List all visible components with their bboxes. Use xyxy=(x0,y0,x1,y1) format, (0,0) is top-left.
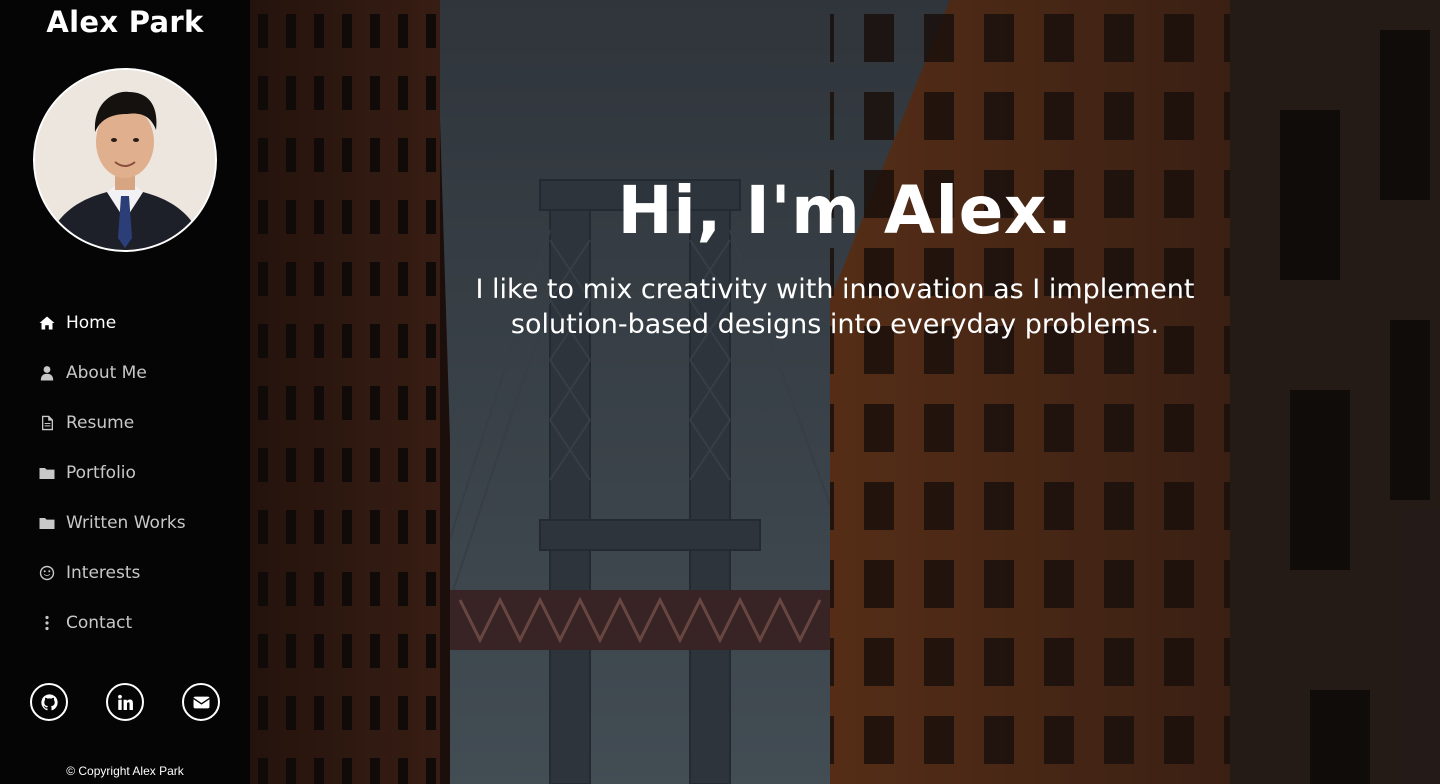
hero-subtitle: I like to mix creativity with innovation… xyxy=(475,274,1195,340)
nav-item-written-works[interactable]: Written Works xyxy=(38,498,186,548)
hero-background-image xyxy=(250,0,1440,784)
nav-label: Interests xyxy=(66,563,141,583)
nav-label: Portfolio xyxy=(66,463,136,483)
nav-label: About Me xyxy=(66,363,147,383)
email-button[interactable] xyxy=(182,683,220,721)
github-button[interactable] xyxy=(30,683,68,721)
envelope-icon xyxy=(192,694,210,711)
smile-icon xyxy=(38,565,55,582)
nav-label: Written Works xyxy=(66,513,186,533)
hero-section: Hi, I'm Alex. I like to mix creativity w… xyxy=(250,0,1440,784)
nav-label: Contact xyxy=(66,613,133,633)
site-title[interactable]: Alex Park xyxy=(0,5,250,39)
folder-icon xyxy=(38,465,55,482)
avatar-image xyxy=(35,70,215,250)
nav-item-interests[interactable]: Interests xyxy=(38,548,140,598)
nav-item-about-me[interactable]: About Me xyxy=(38,348,147,398)
linkedin-button[interactable] xyxy=(106,683,144,721)
folder-icon xyxy=(38,515,55,532)
nav-label: Home xyxy=(66,313,117,333)
nav-item-resume[interactable]: Resume xyxy=(38,398,134,448)
sidebar: Alex Park Home About Me Resume Portfolio… xyxy=(0,0,250,784)
copyright-text: © Copyright Alex Park xyxy=(66,764,184,778)
vertical-dots-icon xyxy=(38,615,55,632)
document-icon xyxy=(38,415,55,432)
nav-item-portfolio[interactable]: Portfolio xyxy=(38,448,136,498)
home-icon xyxy=(38,315,55,332)
linkedin-icon xyxy=(117,694,134,711)
avatar xyxy=(33,68,217,252)
user-icon xyxy=(38,365,55,382)
nav-item-contact[interactable]: Contact xyxy=(38,598,132,648)
github-icon xyxy=(40,693,58,711)
hero-title: Hi, I'm Alex. xyxy=(617,172,1073,249)
nav-item-home[interactable]: Home xyxy=(38,298,116,348)
nav-label: Resume xyxy=(66,413,135,433)
